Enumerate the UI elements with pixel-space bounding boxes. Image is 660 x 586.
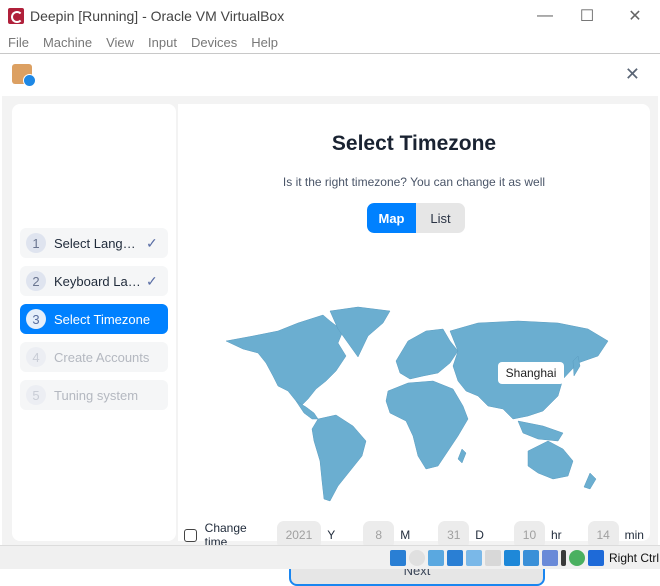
north-america [225, 314, 347, 406]
shared-folder-icon[interactable] [485, 549, 501, 566]
hour-unit: hr [550, 528, 562, 542]
step-label: Tuning system [54, 387, 139, 403]
vm-screen[interactable]: ✕ 1 Select Language ✓ 2 Keyboard Layout … [2, 54, 658, 586]
vbox-additions-icon[interactable] [542, 549, 558, 566]
display-icon[interactable] [504, 549, 520, 566]
minute-unit: min [624, 528, 644, 542]
list-tab[interactable]: List [416, 203, 465, 233]
check-icon: ✓ [146, 234, 158, 251]
step-number: 5 [26, 385, 46, 405]
month-unit: M [400, 528, 411, 542]
keyboard-capture-icon[interactable] [588, 549, 604, 566]
step-label: Keyboard Layout [54, 273, 142, 289]
menu-view[interactable]: View [106, 35, 134, 50]
europe [395, 328, 459, 380]
new-zealand [583, 472, 597, 490]
step-number: 2 [26, 271, 46, 291]
mouse-integration-icon[interactable] [569, 549, 585, 566]
year-unit: Y [327, 528, 336, 542]
australia [527, 440, 574, 480]
menu-help[interactable]: Help [251, 35, 278, 50]
check-icon: ✓ [146, 272, 158, 289]
audio-settings-icon[interactable] [428, 549, 444, 566]
timezone-panel: Select Timezone Is it the right timezone… [178, 104, 650, 586]
step-tuning-system: 5 Tuning system [20, 380, 168, 410]
world-map[interactable] [218, 301, 638, 506]
step-label: Select Timezone [54, 311, 151, 327]
step-keyboard-layout[interactable]: 2 Keyboard Layout ✓ [20, 266, 168, 296]
step-number: 3 [26, 309, 46, 329]
usb-icon[interactable] [466, 549, 482, 566]
step-label: Select Language [54, 235, 142, 251]
window-title: Deepin [Running] - Oracle VM VirtualBox [30, 8, 285, 24]
page-title: Select Timezone [331, 132, 497, 155]
installer-package-icon [12, 64, 36, 87]
menu-file[interactable]: File [8, 35, 29, 50]
view-toggle: Map List [367, 203, 465, 233]
vm-statusbar: Right Ctrl [0, 545, 660, 569]
steps-sidebar: 1 Select Language ✓ 2 Keyboard Layout ✓ … [12, 104, 176, 541]
installer-header: ✕ [2, 54, 658, 96]
step-select-language[interactable]: 1 Select Language ✓ [20, 228, 168, 258]
selected-city-label: Shanghai [498, 362, 564, 384]
central-america [295, 400, 319, 420]
host-key-label: Right Ctrl [609, 550, 660, 565]
menubar: File Machine View Input Devices Help [0, 32, 660, 54]
page-subtitle: Is it the right timezone? You can change… [282, 175, 546, 189]
step-label: Create Accounts [54, 349, 150, 365]
menu-machine[interactable]: Machine [43, 35, 92, 50]
screen-capture-icon[interactable] [523, 549, 539, 566]
menu-devices[interactable]: Devices [191, 35, 237, 50]
africa [385, 380, 469, 470]
installer-close-icon[interactable]: ✕ [625, 64, 640, 85]
maximize-button[interactable]: ☐ [564, 0, 610, 32]
menu-input[interactable]: Input [148, 35, 177, 50]
audio-icon[interactable] [390, 549, 406, 566]
map-tab[interactable]: Map [367, 203, 416, 233]
virtualbox-app-icon [8, 8, 24, 24]
step-number: 4 [26, 347, 46, 367]
cpu-activity-icon [561, 549, 566, 566]
change-time-checkbox[interactable] [184, 528, 197, 542]
day-unit: D [475, 528, 484, 542]
step-select-timezone[interactable]: 3 Select Timezone [20, 304, 168, 334]
network-icon[interactable] [447, 549, 463, 566]
step-number: 1 [26, 233, 46, 253]
close-button[interactable]: ✕ [612, 0, 658, 32]
window-titlebar: Deepin [Running] - Oracle VM VirtualBox … [0, 0, 660, 32]
south-america [311, 414, 367, 502]
madagascar [457, 448, 467, 464]
step-create-accounts: 4 Create Accounts [20, 342, 168, 372]
minimize-button[interactable]: — [522, 0, 568, 32]
optical-drive-icon[interactable] [409, 549, 425, 566]
southeast-asia [517, 420, 564, 442]
